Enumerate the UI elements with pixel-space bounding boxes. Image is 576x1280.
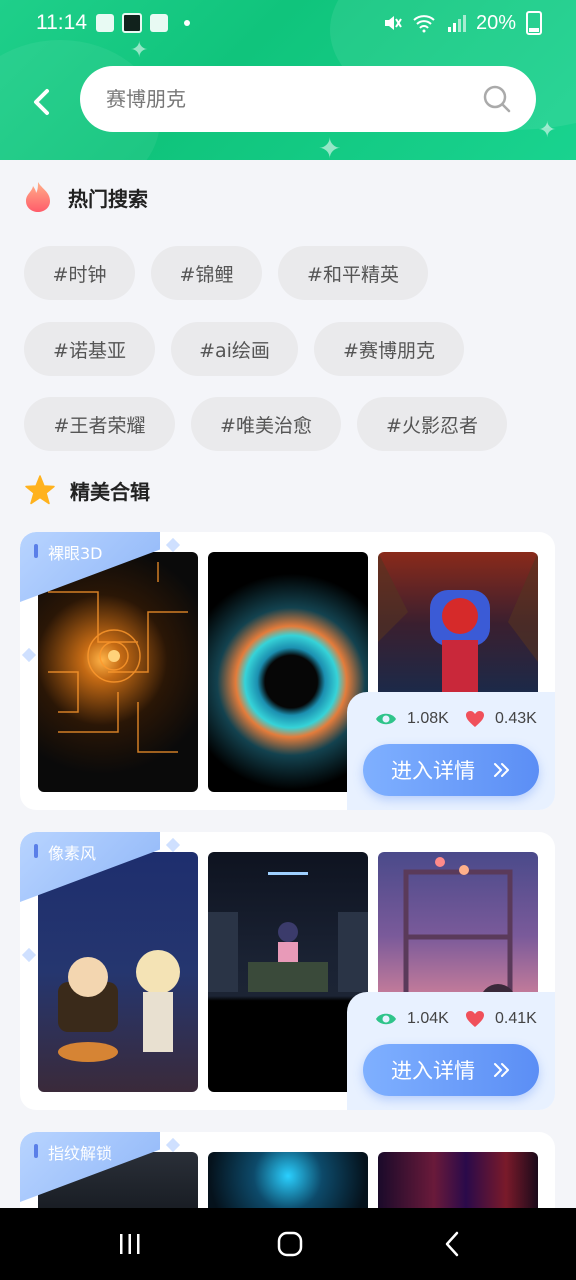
label-accent xyxy=(34,544,38,558)
double-chevron-right-icon xyxy=(494,763,509,777)
home-icon xyxy=(277,1231,303,1257)
enter-details-label: 进入详情 xyxy=(391,1059,475,1083)
wifi-icon xyxy=(413,15,435,33)
tag-chip[interactable]: #时钟 xyxy=(24,246,135,300)
tag-chip[interactable]: #王者荣耀 xyxy=(24,397,175,451)
stats-panel: 1.04K 0.41K 进入详情 xyxy=(347,992,555,1110)
signal-icon xyxy=(447,15,466,32)
search-icon[interactable] xyxy=(482,84,512,114)
pixel-art xyxy=(208,872,368,992)
label-accent xyxy=(34,844,38,858)
likes-count: 0.43K xyxy=(495,710,537,727)
label-tick xyxy=(21,647,37,663)
battery-icon xyxy=(526,11,542,35)
views-stat: 1.08K xyxy=(375,710,449,728)
eye-icon xyxy=(376,713,396,725)
notification-icons xyxy=(96,13,190,33)
views-count: 1.04K xyxy=(407,1010,449,1027)
tag-chip[interactable]: #火影忍者 xyxy=(357,397,507,451)
tag-chip[interactable]: #唯美治愈 xyxy=(191,397,341,451)
system-back-button[interactable] xyxy=(432,1224,472,1264)
app-notification-icon xyxy=(150,14,168,32)
star-icon xyxy=(25,475,55,505)
home-button[interactable] xyxy=(270,1224,310,1264)
eye-icon xyxy=(376,1013,396,1025)
enter-details-label: 进入详情 xyxy=(391,759,475,783)
thumbnail-image[interactable] xyxy=(208,852,368,1092)
header: ✦ ✦ ✦ 11:14 20% xyxy=(0,0,576,160)
label-tick xyxy=(165,1137,181,1153)
tag-chip[interactable]: #赛博朋克 xyxy=(314,322,464,376)
collection-label-text: 像素风 xyxy=(48,844,97,863)
label-tick xyxy=(165,537,181,553)
recents-button[interactable] xyxy=(110,1224,150,1264)
back-arrow-icon xyxy=(34,89,49,115)
collection-card[interactable]: 像素风 1.04K 0.41K 进入详情 xyxy=(20,832,555,1110)
back-icon xyxy=(445,1231,459,1257)
circuit-art xyxy=(48,562,188,753)
pixel-art xyxy=(58,950,180,1062)
tag-chip[interactable]: #锦鲤 xyxy=(151,246,262,300)
likes-stat: 0.41K xyxy=(465,1010,537,1028)
battery-percent: 20% xyxy=(475,11,516,34)
hot-search-title: 热门搜索 xyxy=(68,186,148,211)
heart-icon xyxy=(466,1011,484,1027)
back-button[interactable] xyxy=(22,82,62,122)
label-tick xyxy=(21,947,37,963)
enter-details-button[interactable]: 进入详情 xyxy=(363,1044,539,1096)
video-app-icon xyxy=(122,13,142,33)
collection-label-text: 裸眼3D xyxy=(48,544,103,563)
views-count: 1.08K xyxy=(407,710,449,727)
stats-panel: 1.08K 0.43K 进入详情 xyxy=(347,692,555,810)
sparkle-icon: ✦ xyxy=(318,132,342,160)
views-stat: 1.04K xyxy=(375,1010,449,1028)
likes-count: 0.41K xyxy=(495,1010,537,1027)
status-bar: 11:14 20% xyxy=(0,0,576,48)
flame-icon xyxy=(26,182,50,212)
enter-details-button[interactable]: 进入详情 xyxy=(363,744,539,796)
tag-chip[interactable]: #ai绘画 xyxy=(171,322,298,376)
gallery-icon xyxy=(96,14,114,32)
sparkle-icon: ✦ xyxy=(538,118,557,143)
status-time: 11:14 xyxy=(36,11,87,34)
system-nav-bar xyxy=(0,1208,576,1280)
collection-label-text: 指纹解锁 xyxy=(48,1144,113,1163)
hot-search-header: 热门搜索 xyxy=(24,180,148,214)
more-notifications-icon xyxy=(184,20,190,26)
tag-chip[interactable]: #诺基亚 xyxy=(24,322,155,376)
double-chevron-right-icon xyxy=(494,1063,509,1077)
mute-icon xyxy=(384,16,402,30)
status-right: 20% xyxy=(382,11,542,35)
label-tick xyxy=(165,837,181,853)
recents-icon xyxy=(120,1234,140,1254)
heart-icon xyxy=(466,711,484,727)
tag-chip[interactable]: #和平精英 xyxy=(278,246,428,300)
thumbnail-image[interactable] xyxy=(38,852,198,1092)
collections-title: 精美合辑 xyxy=(70,479,150,504)
collection-card[interactable]: 裸眼3D 1.08K 0.43K 进入详情 xyxy=(20,532,555,810)
collections-header: 精美合辑 xyxy=(24,474,150,506)
search-input[interactable] xyxy=(104,86,468,112)
search-bar[interactable] xyxy=(80,66,536,132)
thumbnail-image[interactable] xyxy=(208,552,368,792)
likes-stat: 0.43K xyxy=(465,710,537,728)
label-accent xyxy=(34,1144,38,1158)
thumbnail-image[interactable] xyxy=(38,552,198,792)
